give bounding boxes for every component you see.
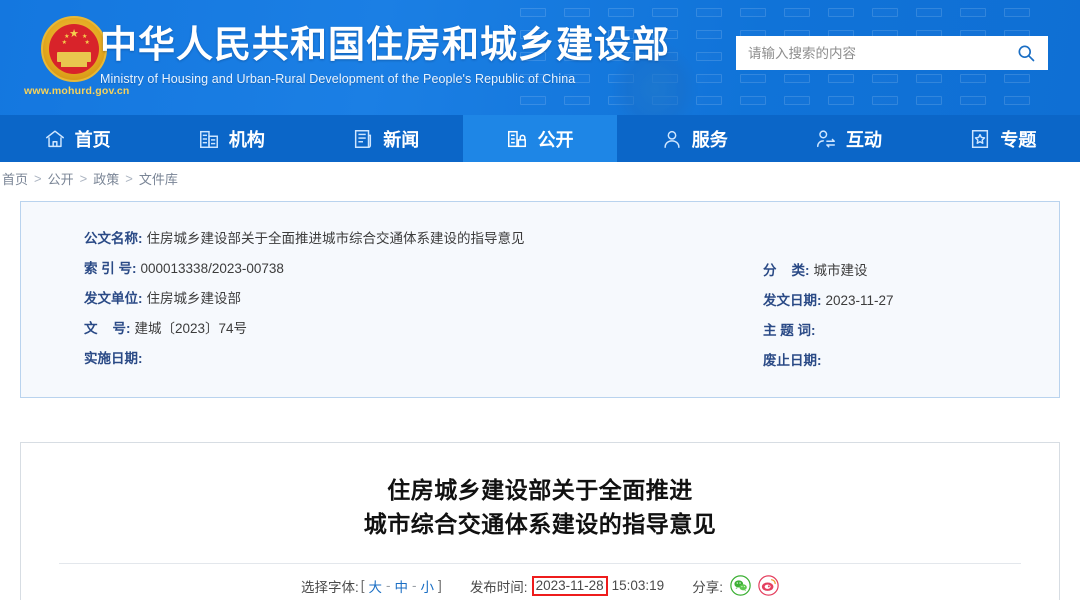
nav-label: 互动 (846, 129, 883, 150)
building-icon (199, 130, 218, 148)
metadata-label: 文 号: (84, 321, 131, 336)
metadata-row-issuing-unit: 发文单位: 住房城乡建设部 (84, 284, 704, 314)
metadata-label: 公文名称: (84, 231, 143, 246)
breadcrumb-separator: > (79, 171, 88, 186)
metadata-right-column: 分 类: 城市建设 发文日期: 2023-11-27 主 题 词: 废止日期: (763, 256, 1063, 376)
site-title-block: 中华人民共和国住房和城乡建设部 Ministry of Housing and … (100, 22, 670, 86)
font-size-selector: 选择字体: [ 大 - 中 - 小 ] (301, 576, 442, 596)
publish-time: 发布时间: 2023-11-28 15:03:19 (469, 575, 665, 596)
metadata-value: 城市建设 (813, 263, 868, 278)
document-metadata-panel: 公文名称: 住房城乡建设部关于全面推进城市综合交通体系建设的指导意见 索 引 号… (20, 201, 1060, 398)
nav-label: 公开 (537, 129, 574, 150)
publish-time-label: 发布时间: (469, 579, 528, 595)
metadata-row-issue-date: 发文日期: 2023-11-27 (763, 286, 1063, 316)
open-disclosure-icon (508, 130, 527, 147)
metadata-label: 废止日期: (763, 353, 822, 368)
wechat-share-icon[interactable] (730, 575, 751, 596)
breadcrumb-separator: > (125, 171, 133, 186)
font-size-separator: - (412, 578, 417, 593)
nav-item-topics[interactable]: 专题 (926, 115, 1080, 162)
nav-label: 专题 (1000, 129, 1037, 150)
metadata-label: 发文日期: (763, 293, 822, 308)
search-input[interactable] (748, 45, 1016, 61)
breadcrumb-item-policy[interactable]: 政策 (93, 169, 119, 188)
metadata-row-category: 分 类: 城市建设 (763, 256, 1063, 286)
search-box[interactable] (736, 36, 1048, 70)
page-title: 住房城乡建设部关于全面推进 城市综合交通体系建设的指导意见 (21, 443, 1059, 541)
metadata-value: 2023-11-27 (825, 293, 894, 308)
share-label: 分享: (692, 579, 723, 595)
document-content-panel: 住房城乡建设部关于全面推进 城市综合交通体系建设的指导意见 选择字体: [ 大 … (20, 442, 1060, 600)
document-title-line-1: 住房城乡建设部关于全面推进 (387, 477, 693, 503)
metadata-row-keywords: 主 题 词: (763, 316, 1063, 346)
nav-item-organization[interactable]: 机构 (154, 115, 308, 162)
user-service-icon (664, 130, 680, 148)
site-header: ★ ★ ★ ★ ★ www.mohurd.gov.cn 中华人民共和国住房和城乡… (0, 0, 1080, 115)
nav-item-service[interactable]: 服务 (617, 115, 771, 162)
nav-item-disclosure[interactable]: 公开 (462, 115, 618, 162)
nav-label: 新闻 (383, 129, 420, 150)
nav-item-interaction[interactable]: 互动 (771, 115, 925, 162)
metadata-value: 000013338/2023-00738 (140, 261, 284, 276)
metadata-value: 住房城乡建设部 (146, 291, 242, 306)
metadata-label: 实施日期: (84, 351, 143, 366)
site-title-en: Ministry of Housing and Urban-Rural Deve… (100, 72, 576, 86)
breadcrumb: 首页 > 公开 > 政策 > 文件库 (0, 162, 1080, 195)
interaction-icon (817, 129, 836, 148)
metadata-label: 主 题 词: (763, 323, 816, 338)
metadata-label: 发文单位: (84, 291, 143, 306)
nav-label: 机构 (228, 129, 265, 150)
metadata-row-effective-date: 实施日期: (84, 344, 704, 374)
metadata-label: 分 类: (763, 263, 810, 278)
nav-item-home[interactable]: 首页 (0, 115, 154, 162)
metadata-row-repeal-date: 废止日期: (763, 346, 1063, 376)
metadata-value: 建城〔2023〕74号 (134, 321, 248, 336)
title-divider (59, 563, 1021, 564)
font-size-large-link[interactable]: 大 (367, 576, 385, 596)
home-icon (45, 129, 64, 147)
publish-date-highlight: 2023-11-28 (531, 575, 608, 596)
font-size-separator: - (386, 578, 391, 593)
breadcrumb-item-home[interactable]: 首页 (2, 169, 28, 188)
font-size-small-link[interactable]: 小 (419, 576, 437, 596)
bracket-open: [ (360, 578, 365, 593)
font-size-label: 选择字体: (301, 579, 359, 595)
national-emblem-icon: ★ ★ ★ ★ ★ (41, 16, 107, 82)
star-topic-icon (972, 129, 989, 148)
share-group: 分享: (692, 575, 779, 596)
font-size-medium-link[interactable]: 中 (393, 576, 411, 596)
metadata-row-index-number: 索 引 号: 000013338/2023-00738 (84, 254, 704, 284)
metadata-value: 住房城乡建设部关于全面推进城市综合交通体系建设的指导意见 (146, 231, 525, 246)
metadata-row-doc-name: 公文名称: 住房城乡建设部关于全面推进城市综合交通体系建设的指导意见 (84, 224, 704, 254)
main-navigation: 首页 机构 新闻 公开 服务 互动 专题 (0, 115, 1080, 162)
document-toolbar: 选择字体: [ 大 - 中 - 小 ] 发布时间: 2023-11-28 15:… (21, 575, 1059, 596)
metadata-row-document-number: 文 号: 建城〔2023〕74号 (84, 314, 704, 344)
bracket-close: ] (438, 578, 442, 593)
nav-label: 首页 (74, 129, 111, 150)
site-title-cn: 中华人民共和国住房和城乡建设部 (100, 24, 670, 65)
nav-item-news[interactable]: 新闻 (309, 115, 463, 162)
breadcrumb-item-file-library[interactable]: 文件库 (139, 169, 178, 188)
site-url-label: www.mohurd.gov.cn (24, 85, 130, 97)
publish-clock-time: 15:03:19 (611, 578, 665, 593)
breadcrumb-separator: > (34, 171, 42, 186)
nav-label: 服务 (691, 129, 728, 150)
metadata-label: 索 引 号: (84, 261, 137, 276)
weibo-share-icon[interactable] (758, 575, 779, 596)
metadata-left-column: 公文名称: 住房城乡建设部关于全面推进城市综合交通体系建设的指导意见 索 引 号… (84, 224, 704, 374)
document-title-line-2: 城市综合交通体系建设的指导意见 (363, 511, 717, 537)
news-document-icon (355, 129, 372, 148)
search-icon[interactable] (1016, 43, 1036, 63)
breadcrumb-item-disclosure[interactable]: 公开 (48, 169, 74, 188)
